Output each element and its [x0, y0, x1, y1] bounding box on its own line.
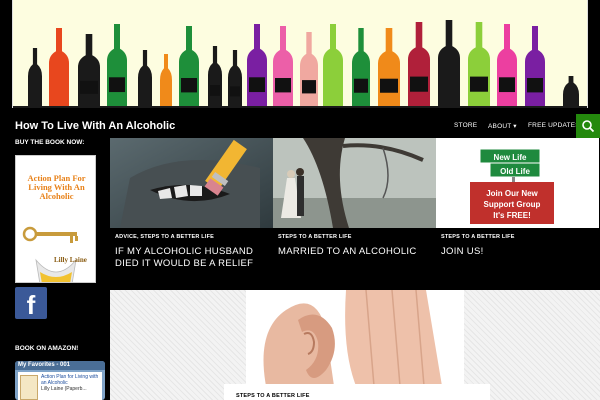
- bottle-shape: [179, 26, 199, 106]
- featured-category[interactable]: ADVICE, STEPS TO A BETTER LIFE: [115, 234, 214, 240]
- amazon-item-label: Action Plan for Living with an Alcoholic: [41, 374, 99, 386]
- bottle-shape: [563, 76, 579, 106]
- bottle-shape: [228, 50, 242, 106]
- bottle-shape: [300, 32, 318, 106]
- post-header-box: STEPS TO A BETTER LIFE: [224, 384, 490, 400]
- bottle-label: [410, 76, 428, 92]
- bottle-shape: [408, 22, 430, 106]
- amazon-heading: BOOK ON AMAZON!: [15, 345, 79, 352]
- bottle-label: [249, 77, 265, 93]
- bottle-shape: [107, 24, 127, 106]
- bottle-label: [230, 86, 240, 97]
- nav-free-updates[interactable]: FREE UPDATES: [528, 122, 580, 129]
- nav-about[interactable]: ABOUT ▾: [488, 122, 517, 130]
- bottle-shape: [273, 26, 293, 106]
- featured-image-couple[interactable]: [273, 138, 436, 228]
- bottle-label: [302, 80, 316, 94]
- featured-category[interactable]: STEPS TO A BETTER LIFE: [441, 234, 515, 240]
- bottle-label: [527, 78, 543, 93]
- bottle-label: [80, 80, 98, 94]
- amazon-item-title[interactable]: Action Plan for Living with an Alcoholic…: [41, 374, 101, 392]
- bottle-shape: [247, 24, 267, 106]
- featured-image-pencil[interactable]: [110, 138, 273, 228]
- bottle-shape: [49, 28, 69, 106]
- search-button[interactable]: [576, 114, 600, 138]
- bottle-shape: [138, 50, 152, 106]
- bottle-label: [354, 78, 368, 93]
- featured-post-1[interactable]: ADVICE, STEPS TO A BETTER LIFE IF MY ALC…: [110, 138, 273, 290]
- buy-book-heading: BUY THE BOOK NOW:: [15, 139, 85, 146]
- header-banner[interactable]: [12, 0, 588, 108]
- bottle-label: [499, 77, 515, 93]
- search-icon: [582, 120, 595, 133]
- bottle-label: [380, 78, 398, 93]
- facebook-icon[interactable]: f: [15, 287, 47, 320]
- bottle-shape: [208, 46, 222, 106]
- amazon-item-author: Lilly Laine (Paperb...: [41, 386, 87, 392]
- svg-text:It's FREE!: It's FREE!: [493, 211, 530, 220]
- bottle-shape: [438, 20, 460, 106]
- post-category[interactable]: STEPS TO A BETTER LIFE: [236, 393, 310, 399]
- sign-new-life: New Life: [494, 153, 527, 162]
- book-cover[interactable]: Action Plan For Living With An Alcoholic…: [15, 155, 96, 283]
- bottle-label: [181, 78, 197, 93]
- bottle-label: [109, 77, 125, 93]
- amazon-widget-header: My Favorites - 001: [15, 361, 105, 370]
- nav-store[interactable]: STORE: [454, 122, 477, 129]
- amazon-widget[interactable]: My Favorites - 001 Action Plan for Livin…: [15, 361, 105, 400]
- bottle-label: [275, 78, 291, 93]
- bottle-label: [210, 85, 220, 96]
- banner-shelf: [13, 106, 587, 108]
- bottle-shape: [28, 48, 42, 106]
- post-image-ear[interactable]: [246, 290, 464, 386]
- site-title[interactable]: How To Live With An Alcoholic: [15, 120, 175, 132]
- featured-title[interactable]: IF MY ALCOHOLIC HUSBAND DIED IT WOULD BE…: [115, 246, 270, 270]
- bottle-shape: [497, 24, 517, 106]
- bottle-shape: [323, 24, 343, 106]
- svg-text:Join Our New: Join Our New: [486, 189, 538, 198]
- top-navigation: How To Live With An Alcoholic STORE ABOU…: [0, 114, 600, 138]
- amazon-book-thumbnail[interactable]: [20, 375, 38, 400]
- bottle-shape: [525, 26, 545, 106]
- bottle-shape: [352, 28, 370, 106]
- featured-post-3[interactable]: New Life Old Life Join Our New Support G…: [436, 138, 599, 290]
- featured-category[interactable]: STEPS TO A BETTER LIFE: [278, 234, 352, 240]
- sign-old-life: Old Life: [500, 167, 530, 176]
- bottle-label: [470, 76, 488, 92]
- amazon-widget-body: Action Plan for Living with an Alcoholic…: [18, 372, 102, 400]
- svg-text:Support Group: Support Group: [484, 200, 541, 209]
- bottle-shape: [468, 22, 490, 106]
- book-cover-author: Lilly Laine: [54, 256, 87, 264]
- bottle-shape: [378, 28, 400, 106]
- featured-title[interactable]: JOIN US!: [441, 246, 596, 258]
- bottle-shape: [160, 54, 172, 106]
- featured-image-sign[interactable]: New Life Old Life Join Our New Support G…: [436, 138, 599, 228]
- featured-post-2[interactable]: STEPS TO A BETTER LIFE MARRIED TO AN ALC…: [273, 138, 436, 290]
- featured-title[interactable]: MARRIED TO AN ALCOHOLIC: [278, 246, 433, 258]
- bottles-illustration: [13, 20, 587, 108]
- bottle-shape: [78, 34, 100, 106]
